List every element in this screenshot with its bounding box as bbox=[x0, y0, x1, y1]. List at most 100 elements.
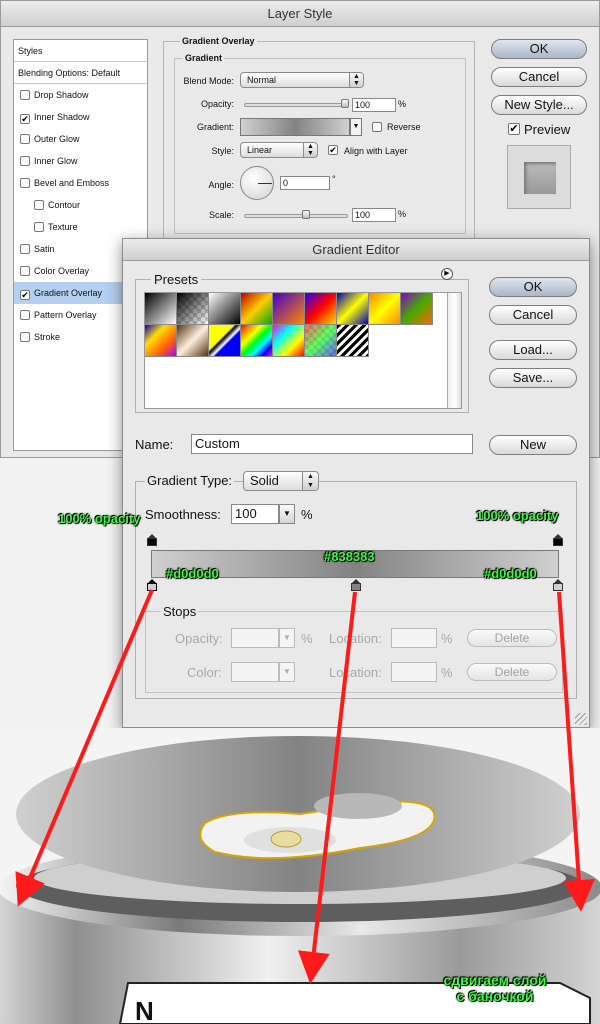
styles-header[interactable]: Styles bbox=[14, 40, 147, 62]
scale-slider-knob[interactable] bbox=[302, 210, 310, 219]
style-inner-glow[interactable]: Inner Glow bbox=[14, 150, 147, 172]
color-stop-mid[interactable] bbox=[351, 579, 361, 591]
reverse-checkbox[interactable] bbox=[372, 122, 382, 132]
style-select[interactable]: Linear ▲ ▼ bbox=[240, 142, 318, 158]
preset-swatch[interactable] bbox=[145, 293, 177, 325]
resize-grip-icon[interactable] bbox=[575, 713, 587, 725]
angle-dial-needle bbox=[258, 183, 272, 184]
stop-color-dropdown-icon[interactable]: ▼ bbox=[279, 662, 295, 682]
opacity-slider-knob[interactable] bbox=[341, 99, 349, 108]
gradient-preview[interactable] bbox=[240, 118, 350, 136]
presets-label: Presets bbox=[151, 272, 202, 287]
drop-shadow-checkbox[interactable] bbox=[20, 90, 30, 100]
group-title: Gradient Overlay bbox=[180, 36, 257, 46]
inner-shadow-checkbox[interactable]: ✔ bbox=[20, 114, 30, 124]
opacity-stop-right[interactable] bbox=[553, 534, 563, 546]
style-outer-glow[interactable]: Outer Glow bbox=[14, 128, 147, 150]
stroke-checkbox[interactable] bbox=[20, 332, 30, 342]
opacity-input[interactable]: 100 bbox=[352, 98, 396, 112]
gradient-cancel-button[interactable]: Cancel bbox=[489, 305, 577, 325]
preset-swatch[interactable] bbox=[177, 325, 209, 357]
smoothness-dropdown-icon[interactable]: ▼ bbox=[279, 504, 295, 524]
satin-checkbox[interactable] bbox=[20, 244, 30, 254]
stop-opacity-label: Opacity: bbox=[175, 631, 223, 646]
inner-glow-checkbox[interactable] bbox=[20, 156, 30, 166]
contour-checkbox[interactable] bbox=[34, 200, 44, 210]
style-label: Style: bbox=[211, 146, 234, 156]
stop-color-location-input[interactable] bbox=[391, 662, 437, 682]
style-bevel-emboss[interactable]: Bevel and Emboss bbox=[14, 172, 147, 194]
preset-swatch[interactable] bbox=[273, 293, 305, 325]
gradient-overlay-checkbox[interactable]: ✔ bbox=[20, 290, 30, 300]
preset-swatch[interactable] bbox=[369, 293, 401, 325]
preset-swatch[interactable] bbox=[337, 293, 369, 325]
bevel-emboss-checkbox[interactable] bbox=[20, 178, 30, 188]
gradient-label: Gradient: bbox=[196, 122, 234, 132]
stop-color-swatch[interactable] bbox=[231, 662, 279, 682]
stop-opacity-dropdown-icon[interactable]: ▼ bbox=[279, 628, 295, 648]
preset-swatch[interactable] bbox=[337, 325, 369, 357]
stop-color-location-percent: % bbox=[441, 665, 453, 680]
gradient-editor-dialog: Gradient Editor Presets ▶ OK Cancel Load… bbox=[122, 238, 590, 728]
scale-input[interactable]: 100 bbox=[352, 208, 396, 222]
style-contour[interactable]: Contour bbox=[14, 194, 147, 216]
gradient-ok-button[interactable]: OK bbox=[489, 277, 577, 297]
outer-glow-checkbox[interactable] bbox=[20, 134, 30, 144]
preset-swatch[interactable] bbox=[209, 293, 241, 325]
preview-checkbox[interactable]: ✔ bbox=[508, 123, 520, 135]
layer-style-ok-button[interactable]: OK bbox=[491, 39, 587, 59]
delete-opacity-stop-button[interactable]: Delete bbox=[467, 629, 557, 647]
preset-swatch[interactable] bbox=[401, 293, 433, 325]
save-button[interactable]: Save... bbox=[489, 368, 577, 388]
annotation-stop-left: #d0d0d0 bbox=[166, 566, 219, 581]
annotation-note-line2: с баночкой bbox=[456, 988, 534, 1004]
texture-checkbox[interactable] bbox=[34, 222, 44, 232]
presets-scrollbar[interactable] bbox=[447, 293, 461, 408]
angle-dial[interactable] bbox=[240, 166, 274, 200]
select-arrows-icon: ▲ ▼ bbox=[349, 73, 363, 87]
preset-swatch[interactable] bbox=[241, 293, 273, 325]
preset-swatch[interactable] bbox=[273, 325, 305, 357]
gradient-type-label: Gradient Type: bbox=[145, 473, 235, 488]
preset-swatch[interactable] bbox=[145, 325, 177, 357]
stop-color-location-label: Location: bbox=[329, 665, 382, 680]
opacity-stop-left[interactable] bbox=[147, 534, 157, 546]
smoothness-percent: % bbox=[301, 507, 313, 522]
preset-swatch[interactable] bbox=[177, 293, 209, 325]
preset-swatch[interactable] bbox=[209, 325, 241, 357]
blend-mode-select[interactable]: Normal ▲ ▼ bbox=[240, 72, 364, 88]
angle-label: Angle: bbox=[208, 180, 234, 190]
stop-opacity-input[interactable] bbox=[231, 628, 279, 648]
preset-swatch[interactable] bbox=[305, 293, 337, 325]
stop-opacity-location-label: Location: bbox=[329, 631, 382, 646]
angle-input[interactable]: 0 bbox=[280, 176, 330, 190]
gradient-dropdown-icon[interactable]: ▼ bbox=[350, 118, 362, 136]
pattern-overlay-checkbox[interactable] bbox=[20, 310, 30, 320]
delete-color-stop-button[interactable]: Delete bbox=[467, 663, 557, 681]
color-overlay-checkbox[interactable] bbox=[20, 266, 30, 276]
new-style-button[interactable]: New Style... bbox=[491, 95, 587, 115]
select-arrows-icon: ▲ ▼ bbox=[303, 143, 317, 157]
smoothness-input[interactable]: 100 bbox=[231, 504, 279, 524]
preset-swatch[interactable] bbox=[305, 325, 337, 357]
scale-slider[interactable] bbox=[244, 214, 348, 218]
color-stop-right[interactable] bbox=[553, 579, 563, 591]
preset-swatch[interactable] bbox=[241, 325, 273, 357]
align-with-layer-checkbox[interactable]: ✔ bbox=[328, 145, 338, 155]
preview-label: Preview bbox=[524, 122, 571, 137]
stop-opacity-location-input[interactable] bbox=[391, 628, 437, 648]
style-inner-shadow[interactable]: ✔ Inner Shadow bbox=[14, 106, 147, 128]
blending-options[interactable]: Blending Options: Default bbox=[14, 62, 147, 84]
load-button[interactable]: Load... bbox=[489, 340, 577, 360]
style-texture[interactable]: Texture bbox=[14, 216, 147, 238]
opacity-slider[interactable] bbox=[244, 103, 348, 107]
new-gradient-button[interactable]: New bbox=[489, 435, 577, 455]
style-drop-shadow[interactable]: Drop Shadow bbox=[14, 84, 147, 106]
gradient-type-select[interactable]: Solid ▲ ▼ bbox=[243, 471, 319, 491]
name-input[interactable]: Custom bbox=[191, 434, 473, 454]
annotation-opacity-left: 100% opacity bbox=[58, 511, 141, 526]
presets-menu-icon[interactable]: ▶ bbox=[441, 268, 453, 280]
layer-style-cancel-button[interactable]: Cancel bbox=[491, 67, 587, 87]
color-stop-left[interactable] bbox=[147, 579, 157, 591]
preview-thumbnail bbox=[507, 145, 571, 209]
